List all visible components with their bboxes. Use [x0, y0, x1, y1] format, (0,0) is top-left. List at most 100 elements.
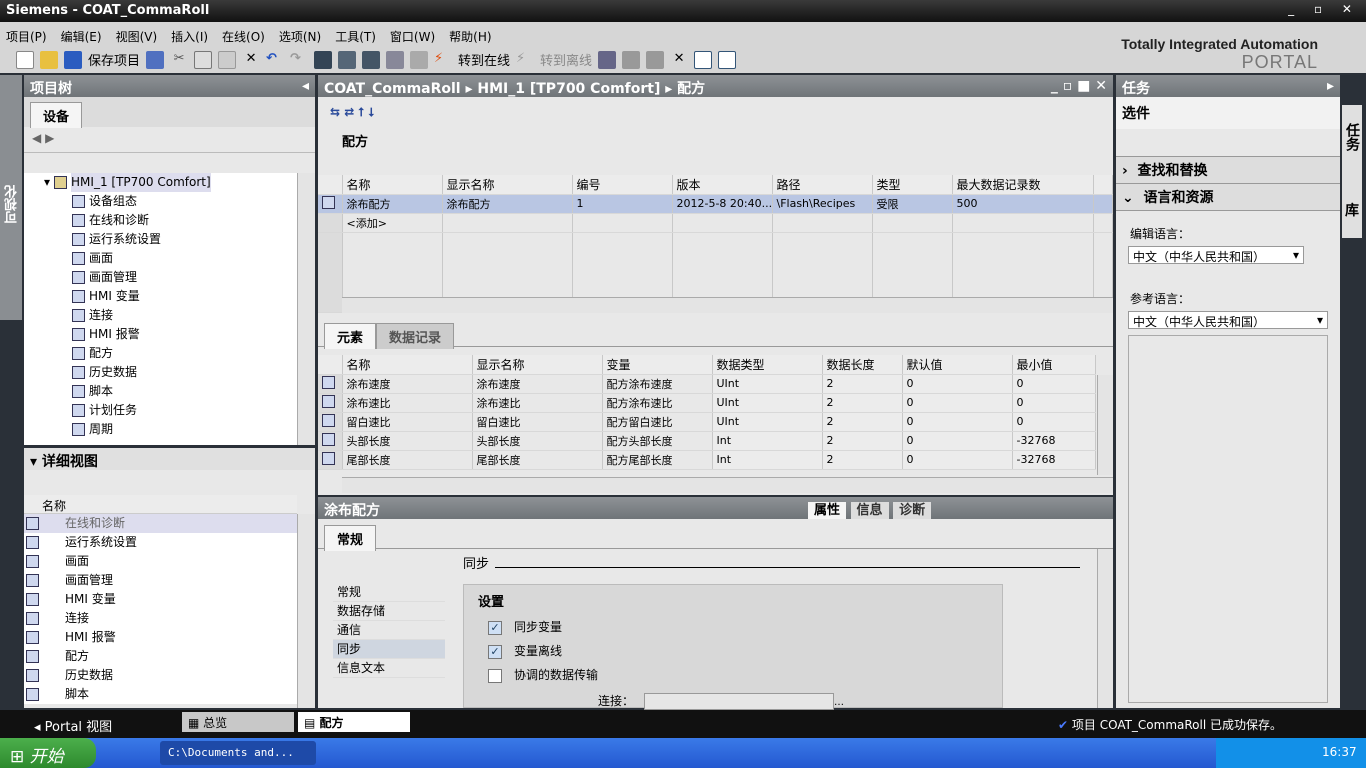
cell[interactable]: 0 — [902, 450, 1013, 470]
back-icon[interactable]: ◀ — [32, 131, 41, 145]
window-controls[interactable]: _ ▫ ✕ — [1288, 2, 1360, 16]
move-up-icon[interactable]: ⭡ — [359, 105, 365, 119]
detail-column-header[interactable]: 名称 — [24, 495, 297, 514]
detail-list-item[interactable]: HMI 变量 — [24, 590, 297, 609]
cell[interactable]: 涂布速度 — [342, 374, 473, 394]
checkbox[interactable]: ✓ — [488, 620, 502, 635]
compile-icon[interactable] — [314, 50, 333, 69]
properties-scrollbar[interactable] — [1097, 549, 1113, 708]
menu-window[interactable]: 窗口(W) — [390, 28, 435, 45]
cell[interactable]: 2012-5-8 20:40... — [672, 194, 773, 214]
cell[interactable]: 留白速比 — [342, 412, 473, 432]
checkbox-row[interactable]: ✓ 变量离线 — [488, 642, 988, 666]
cut-icon[interactable]: ✂ — [170, 51, 188, 69]
detail-list-item[interactable]: 画面管理 — [24, 571, 297, 590]
col-display-name[interactable]: 显示名称 — [472, 355, 603, 375]
tab-general[interactable]: 常规 — [324, 525, 377, 551]
cell[interactable]: 头部长度 — [472, 431, 603, 451]
col-number[interactable]: 编号 — [572, 175, 673, 195]
menu-project[interactable]: 项目(P) — [6, 28, 47, 45]
tree-item[interactable]: 画面管理 — [72, 268, 297, 287]
find-replace-section[interactable]: › 查找和替换 — [1116, 157, 1340, 184]
properties-nav-item[interactable]: 通信 — [333, 621, 445, 640]
cell[interactable]: 2 — [822, 431, 903, 451]
col-default[interactable]: 默认值 — [902, 355, 1013, 375]
tree-item[interactable]: 周期 — [72, 420, 297, 439]
upload-icon[interactable] — [362, 50, 381, 69]
cell[interactable]: 0 — [902, 393, 1013, 413]
properties-nav-item[interactable]: 常规 — [333, 583, 445, 602]
tree-root[interactable]: ▾ HMI_1 [TP700 Comfort] — [44, 173, 297, 192]
col-data-length[interactable]: 数据长度 — [822, 355, 903, 375]
cell[interactable]: -32768 — [1012, 431, 1096, 451]
detail-list-item[interactable]: 在线和诊断 — [24, 514, 297, 533]
forward-icon[interactable]: ▶ — [45, 131, 54, 145]
type-dropdown[interactable]: 受限 — [872, 194, 953, 214]
cell[interactable]: Int — [712, 450, 823, 470]
tree-item[interactable]: 在线和诊断 — [72, 211, 297, 230]
start-cpu-icon[interactable] — [622, 50, 641, 69]
cell[interactable]: 0 — [902, 431, 1013, 451]
save-project-button[interactable]: 保存项目 — [88, 50, 140, 69]
cell[interactable]: 2 — [822, 412, 903, 432]
menu-view[interactable]: 视图(V) — [116, 28, 158, 45]
language-resources-section[interactable]: ⌄ 语言和资源 — [1116, 184, 1340, 211]
cell[interactable]: UInt — [712, 374, 823, 394]
tree-item[interactable]: 画面 — [72, 249, 297, 268]
save-icon[interactable] — [64, 50, 82, 69]
cell[interactable]: 头部长度 — [342, 431, 473, 451]
tab-devices[interactable]: 设备 — [30, 102, 83, 128]
new-project-icon[interactable] — [16, 50, 34, 69]
col-name[interactable]: 名称 — [342, 355, 473, 375]
cell[interactable]: 0 — [1012, 374, 1096, 394]
cell[interactable]: 0 — [902, 374, 1013, 394]
collapse-icon[interactable]: ◂ — [302, 78, 309, 94]
recipes-tab[interactable]: ▤ 配方 — [298, 712, 410, 732]
visualization-side-tab[interactable]: 可视化 — [0, 75, 22, 320]
side-tab-libraries[interactable]: 库 — [1342, 180, 1362, 238]
tree-item[interactable]: 运行系统设置 — [72, 230, 297, 249]
col-version[interactable]: 版本 — [672, 175, 773, 195]
cell[interactable]: 涂布配方 — [342, 194, 443, 214]
download-icon[interactable] — [338, 50, 357, 69]
reference-language-select[interactable]: 中文（中华人民共和国） ▾ — [1128, 311, 1328, 329]
table-row[interactable]: 涂布速比 涂布速比 配方涂布速比 UInt 2 0 0 — [318, 393, 1096, 413]
stop-cpu-icon[interactable] — [646, 50, 665, 69]
undo-icon[interactable]: ↶ — [266, 51, 284, 69]
properties-nav-item[interactable]: 同步 — [333, 640, 445, 659]
table-row[interactable]: 留白速比 留白速比 配方留白速比 UInt 2 0 0 — [318, 412, 1096, 432]
checkbox[interactable]: ✓ — [488, 644, 502, 659]
col-max-records[interactable]: 最大数据记录数 — [952, 175, 1094, 195]
recipe-hscrollbar[interactable] — [342, 297, 1113, 313]
detail-scrollbar[interactable] — [297, 514, 315, 708]
delete-icon[interactable]: ✕ — [242, 51, 260, 69]
menu-help[interactable]: 帮助(H) — [449, 28, 491, 45]
cell[interactable]: 尾部长度 — [342, 450, 473, 470]
col-tag[interactable]: 变量 — [602, 355, 713, 375]
print-icon[interactable] — [146, 50, 165, 69]
detail-list-item[interactable]: HMI 报警 — [24, 628, 297, 647]
tree-item[interactable]: 配方 — [72, 344, 297, 363]
portal-view-button[interactable]: ◂ Portal 视图 — [34, 716, 112, 735]
tree-item[interactable]: 设备组态 — [72, 192, 297, 211]
cell[interactable]: 涂布配方 — [442, 194, 573, 214]
close-online-icon[interactable]: ✕ — [670, 51, 688, 69]
cell[interactable]: 0 — [902, 412, 1013, 432]
edit-language-select[interactable]: 中文（中华人民共和国） ▾ — [1128, 246, 1304, 264]
connection-field[interactable] — [644, 693, 835, 710]
table-row[interactable]: 涂布配方 涂布配方 1 2012-5-8 20:40... \Flash\Recipes… — [318, 194, 1113, 214]
tab-data-records[interactable]: 数据记录 — [376, 323, 455, 349]
cell[interactable]: 2 — [822, 374, 903, 394]
breadcrumb-recipes[interactable]: 配方 — [677, 81, 705, 97]
properties-nav-item[interactable]: 信息文本 — [333, 659, 445, 678]
col-display-name[interactable]: 显示名称 — [442, 175, 573, 195]
checkbox[interactable] — [488, 668, 502, 683]
checkbox-row[interactable]: 协调的数据传输 — [488, 666, 988, 690]
detail-list-item[interactable]: 运行系统设置 — [24, 533, 297, 552]
cell[interactable]: 2 — [822, 450, 903, 470]
detail-view-header[interactable]: ▾ 详细视图 — [24, 448, 315, 470]
tree-item[interactable]: 脚本 — [72, 382, 297, 401]
paste-icon[interactable] — [218, 50, 237, 69]
cell[interactable]: UInt — [712, 412, 823, 432]
col-path[interactable]: 路径 — [772, 175, 873, 195]
